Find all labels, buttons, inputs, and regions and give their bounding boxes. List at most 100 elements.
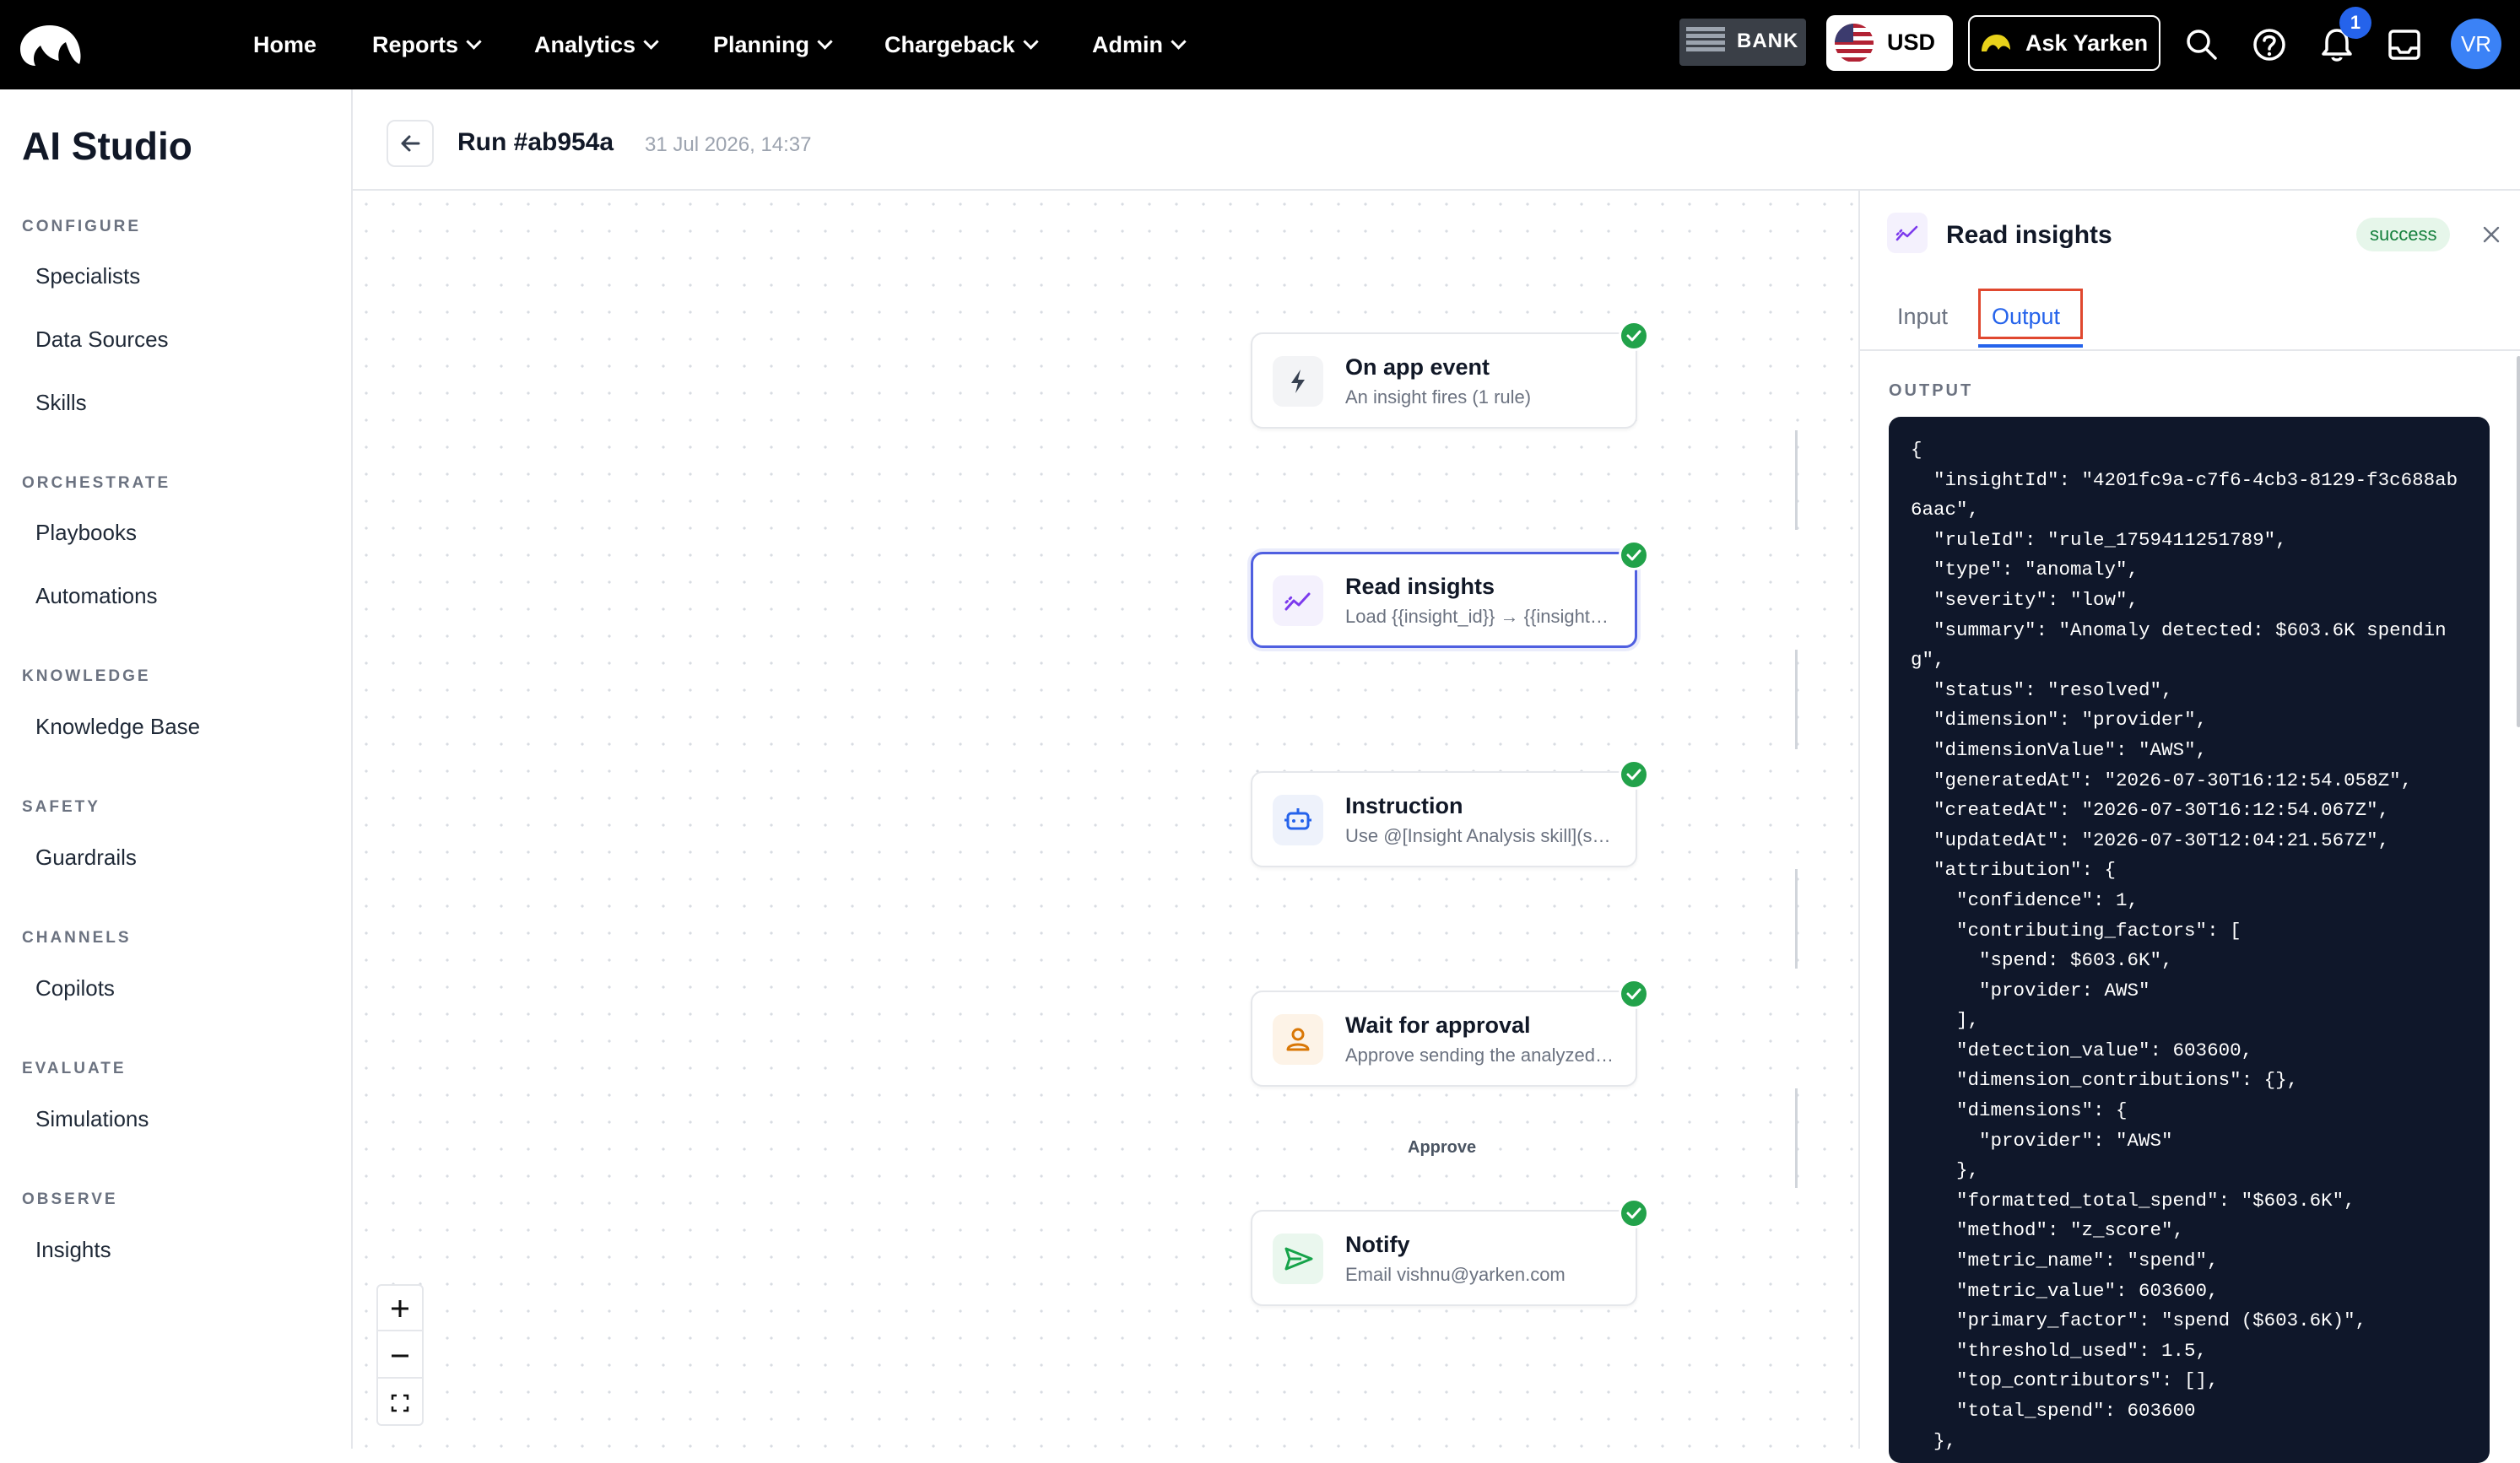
chevron-down-icon [1171,34,1187,50]
node-subtitle: Use @[Insight Analysis skill](skill) to … [1345,825,1615,846]
zoom-in-icon[interactable] [378,1286,422,1331]
node-on-app-event[interactable]: On app event An insight fires (1 rule) [1251,321,1649,429]
sidebar-item-insights[interactable]: Insights [35,1237,111,1263]
chevron-down-icon [1022,34,1039,50]
logo-icon[interactable] [17,20,83,71]
node-notify[interactable]: Notify Email vishnu@yarken.com [1251,1198,1649,1306]
sidebar: AI Studio CONFIGURE Specialists Data Sou… [0,89,353,1449]
success-check-icon [1619,979,1649,1009]
yarken-mark-icon [1982,35,2010,51]
section-safety: SAFETY [22,798,100,816]
node-title: Instruction [1345,793,1463,818]
node-wait-for-approval[interactable]: Wait for approval Approve sending the an… [1251,979,1649,1087]
bank-selector[interactable]: BANK [1679,19,1806,66]
nav-admin-label: Admin [1092,32,1163,57]
nav-chargeback-label: Chargeback [884,32,1015,57]
nav-analytics-label: Analytics [534,32,636,57]
node-detail-panel: Read insights success Input Output OUTPU… [1858,191,2520,1463]
panel-scrollbar[interactable] [2517,356,2520,727]
section-knowledge: KNOWLEDGE [22,667,151,685]
section-evaluate: EVALUATE [22,1060,127,1077]
sidebar-item-playbooks[interactable]: Playbooks [35,520,137,546]
node-read-insights[interactable]: Read insights Load {{insight_id}} → {{in… [1251,540,1649,648]
run-header: Run #ab954a 31 Jul 2026, 14:37 [353,89,2520,191]
back-button[interactable] [387,120,434,167]
success-check-icon [1619,759,1649,790]
node-instruction[interactable]: Instruction Use @[Insight Analysis skill… [1251,759,1649,867]
top-navbar: Home Reports Analytics Planning Chargeba… [0,0,2520,89]
section-configure: CONFIGURE [22,218,141,235]
zoom-out-icon[interactable] [378,1333,422,1379]
help-icon[interactable] [2248,24,2290,66]
node-subtitle: Approve sending the analyzed insight [1345,1045,1615,1066]
node-subtitle: Email vishnu@yarken.com [1345,1264,1566,1285]
sidebar-item-knowledge-base[interactable]: Knowledge Base [35,714,200,740]
sidebar-item-copilots[interactable]: Copilots [35,975,115,1001]
node-title: Wait for approval [1345,1012,1531,1038]
nav-planning[interactable]: Planning [713,29,833,61]
nav-admin[interactable]: Admin [1092,29,1187,61]
success-check-icon [1619,1198,1649,1228]
ask-yarken-button[interactable]: Ask Yarken [1968,15,2160,71]
notification-badge: 1 [2339,7,2371,39]
flow-edge [1795,650,1798,749]
fit-view-icon[interactable] [378,1380,422,1426]
trend-icon [1887,213,1928,253]
node-title: Read insights [1345,574,1495,599]
status-badge: success [2356,218,2451,251]
chevron-down-icon [643,34,659,50]
output-json: { "insightId": "4201fc9a-c7f6-4cb3-8129-… [1911,439,2458,1452]
node-subtitle: An insight fires (1 rule) [1345,386,1532,408]
success-check-icon [1619,321,1649,351]
sidebar-item-guardrails[interactable]: Guardrails [35,845,137,871]
sidebar-item-specialists[interactable]: Specialists [35,263,140,289]
nav-home-label: Home [253,32,317,57]
flow-edge [1795,1088,1798,1188]
sidebar-item-automations[interactable]: Automations [35,583,158,609]
flow-canvas[interactable]: Approve On app event An insight fires (1… [353,191,1858,1449]
output-label: OUTPUT [1889,381,1974,400]
nav-analytics[interactable]: Analytics [534,29,659,61]
sidebar-item-skills[interactable]: Skills [35,390,87,416]
node-title: On app event [1345,354,1490,380]
section-observe: OBSERVE [22,1190,118,1208]
node-subtitle: Load {{insight_id}} → {{insight_data}} [1345,606,1615,627]
us-flag-icon [1835,24,1874,62]
send-icon [1273,1234,1323,1284]
app-title: AI Studio [22,124,192,168]
nav-reports-label: Reports [372,32,459,57]
user-avatar[interactable]: VR [2451,19,2501,69]
robot-icon [1273,795,1323,845]
nav-reports[interactable]: Reports [372,29,482,61]
nav-chargeback[interactable]: Chargeback [884,29,1039,61]
active-tab-indicator [1978,344,2083,348]
currency-selector[interactable]: USD [1826,15,1953,71]
close-icon[interactable] [2481,224,2501,245]
success-check-icon [1619,540,1649,570]
panel-title: Read insights [1946,221,2112,249]
sidebar-item-simulations[interactable]: Simulations [35,1106,149,1132]
edge-label-approve: Approve [1404,1138,1480,1158]
bank-icon [1686,27,1725,57]
run-title: Run #ab954a [457,128,614,156]
section-channels: CHANNELS [22,929,132,947]
tab-output[interactable]: Output [1992,304,2060,330]
nav-home[interactable]: Home [253,29,316,61]
arrow-left-icon [401,135,420,152]
sidebar-item-data-sources[interactable]: Data Sources [35,327,169,353]
flow-edge [1795,869,1798,969]
nav-planning-label: Planning [713,32,809,57]
tab-input[interactable]: Input [1897,304,1948,330]
node-title: Notify [1345,1232,1410,1257]
chevron-down-icon [466,34,482,50]
output-code-block[interactable]: { "insightId": "4201fc9a-c7f6-4cb3-8129-… [1889,417,2490,1463]
search-icon[interactable] [2181,24,2223,66]
trend-icon [1273,575,1323,626]
panel-tabs: Input Output [1860,282,2520,351]
inbox-icon[interactable] [2383,24,2425,66]
section-orchestrate: ORCHESTRATE [22,474,171,492]
ask-yarken-label: Ask Yarken [2025,30,2149,56]
zoom-controls [376,1284,424,1426]
flow-edge [1795,430,1798,530]
bank-label: BANK [1737,30,1799,52]
